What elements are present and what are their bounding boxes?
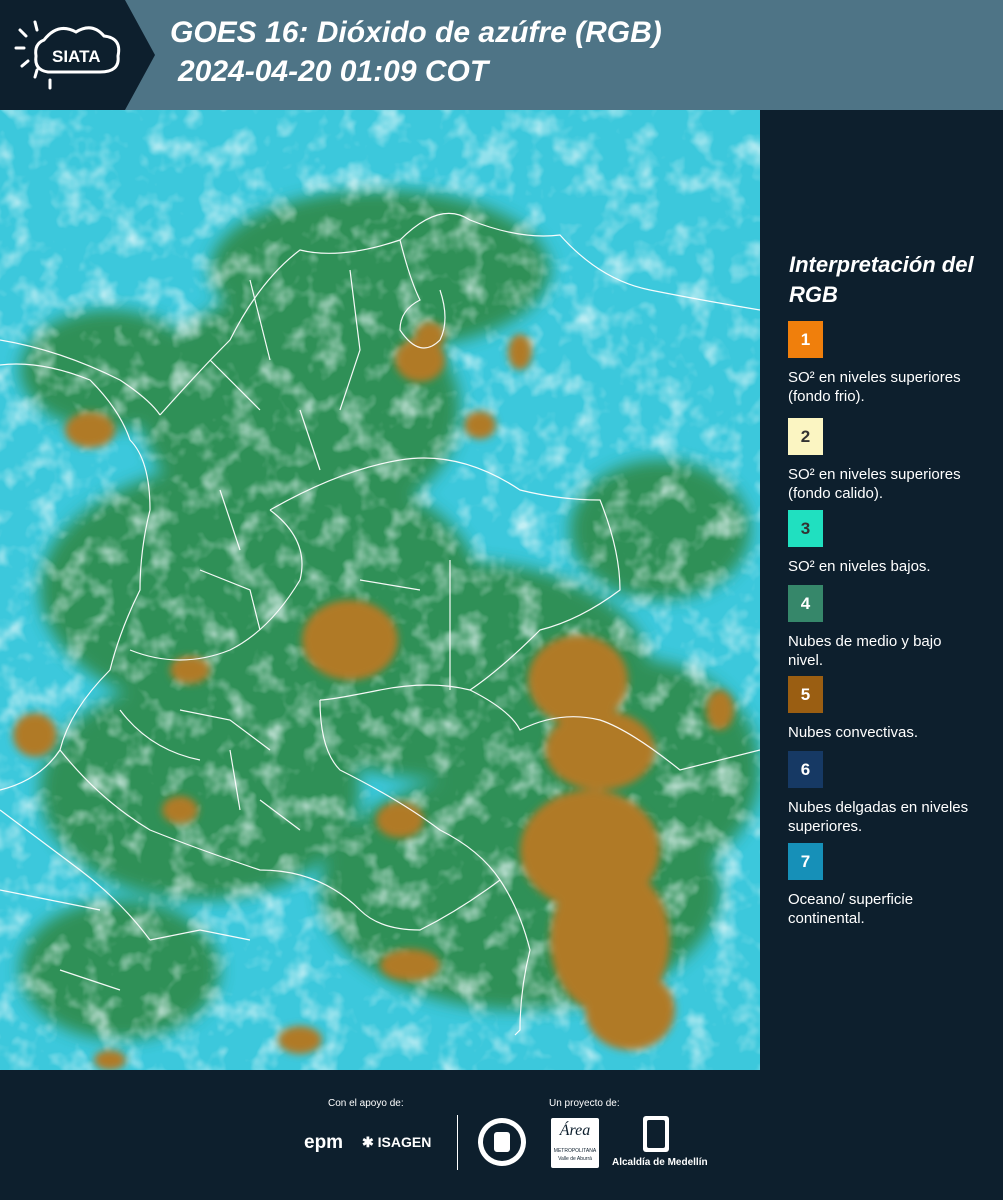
legend-panel: Interpretación del RGB 1 SO² en niveles … (775, 110, 1003, 1070)
legend-item: 7 Oceano/ superficie continental. (788, 843, 998, 928)
legend-swatch: 1 (788, 321, 823, 358)
legend-label: SO² en niveles superiores (fondo calido)… (788, 466, 961, 502)
medellin-seal-icon (478, 1118, 526, 1166)
epm-logo: epm (304, 1132, 344, 1153)
legend-label: Nubes de medio y bajo nivel. (788, 633, 942, 669)
siata-logo: SIATA (0, 0, 158, 110)
legend-swatch: 5 (788, 676, 823, 713)
area-logo-text: Área (559, 1122, 591, 1139)
alcaldia-logo-text: Alcaldía de Medellín (612, 1157, 708, 1168)
legend-label: Nubes convectivas. (788, 724, 919, 741)
legend-item: 5 Nubes convectivas. (788, 676, 998, 742)
page-timestamp: 2024-04-20 01:09 COT (178, 55, 489, 88)
legend-label: Nubes delgadas en niveles superiores. (788, 799, 969, 835)
legend-item: 1 SO² en niveles superiores (fondo frio)… (788, 321, 998, 406)
legend-swatch: 7 (788, 843, 823, 880)
legend-label: SO² en niveles bajos. (788, 558, 931, 575)
legend-item: 6 Nubes delgadas en niveles superiores. (788, 751, 998, 836)
legend-swatch: 6 (788, 751, 823, 788)
footer-bar: Con el apoyo de: Un proyecto de: epm ✱ I… (0, 1070, 1003, 1200)
area-logo-subtitle: METROPOLITANA (553, 1148, 597, 1154)
siata-logo-text: SIATA (52, 47, 100, 66)
alcaldia-shield-icon (643, 1116, 669, 1152)
legend-swatch: 3 (788, 510, 823, 547)
isagen-logo-text: ISAGEN (377, 1134, 432, 1150)
footer-divider (457, 1115, 458, 1170)
isagen-mark-icon: ✱ (362, 1134, 374, 1150)
satellite-map (0, 110, 760, 1070)
legend-label: Oceano/ superficie continental. (788, 891, 914, 927)
legend-swatch: 4 (788, 585, 823, 622)
area-logo-subtitle-2: Valle de Aburrá (558, 1156, 592, 1162)
area-metropolitana-logo: Área METROPOLITANA Valle de Aburrá (551, 1118, 599, 1168)
legend-title: Interpretación del RGB (789, 252, 974, 307)
isagen-logo: ✱ ISAGEN (362, 1134, 431, 1151)
legend-swatch: 2 (788, 418, 823, 455)
page-title: GOES 16: Dióxido de azúfre (RGB) (170, 16, 662, 49)
legend-item: 4 Nubes de medio y bajo nivel. (788, 585, 998, 670)
header-bar: SIATA GOES 16: Dióxido de azúfre (RGB) 2… (0, 0, 1003, 110)
project-label: Un proyecto de: (549, 1098, 620, 1109)
legend-item: 3 SO² en niveles bajos. (788, 510, 998, 576)
legend-label: SO² en niveles superiores (fondo frio). (788, 369, 961, 405)
legend-item: 2 SO² en niveles superiores (fondo calid… (788, 418, 998, 503)
support-label: Con el apoyo de: (328, 1098, 404, 1109)
